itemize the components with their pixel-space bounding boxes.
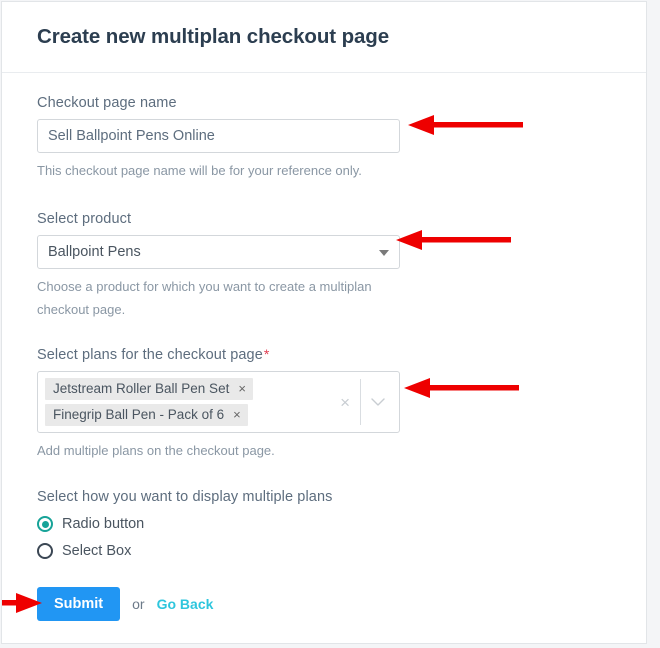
radio-option-select-box[interactable]: Select Box bbox=[37, 543, 611, 559]
select-product-label: Select product bbox=[37, 211, 611, 227]
clear-all-icon[interactable]: × bbox=[330, 394, 360, 411]
select-plans-label-text: Select plans for the checkout page bbox=[37, 347, 263, 363]
select-plans-label: Select plans for the checkout page* bbox=[37, 346, 611, 363]
plans-tag-list: Jetstream Roller Ball Pen Set × Finegrip… bbox=[38, 372, 330, 432]
radio-icon-unselected[interactable] bbox=[37, 543, 53, 559]
remove-tag-icon[interactable]: × bbox=[238, 382, 246, 395]
select-product-value[interactable]: Ballpoint Pens bbox=[37, 235, 400, 269]
field-select-product: Select product Ballpoint Pens Choose a p… bbox=[37, 211, 611, 322]
select-product-help: Choose a product for which you want to c… bbox=[37, 276, 389, 322]
plans-multiselect[interactable]: Jetstream Roller Ball Pen Set × Finegrip… bbox=[37, 371, 400, 433]
form-actions: Submit or Go Back bbox=[37, 587, 611, 621]
display-mode-label: Select how you want to display multiple … bbox=[37, 489, 611, 505]
checkout-page-name-input[interactable] bbox=[37, 119, 400, 153]
radio-dot bbox=[42, 521, 49, 528]
submit-button[interactable]: Submit bbox=[37, 587, 120, 621]
plans-multiselect-controls: × bbox=[330, 372, 399, 432]
field-display-mode: Select how you want to display multiple … bbox=[37, 489, 611, 559]
chevron-down-icon[interactable] bbox=[361, 397, 395, 407]
field-select-plans: Select plans for the checkout page* Jets… bbox=[37, 346, 611, 463]
remove-tag-icon[interactable]: × bbox=[233, 408, 241, 421]
select-plans-help: Add multiple plans on the checkout page. bbox=[37, 440, 389, 463]
plan-tag-label: Finegrip Ball Pen - Pack of 6 bbox=[53, 407, 224, 422]
chevron-down-icon[interactable] bbox=[379, 250, 389, 256]
or-separator: or bbox=[132, 596, 144, 612]
checkout-page-name-label: Checkout page name bbox=[37, 95, 611, 111]
card-body: Checkout page name This checkout page na… bbox=[2, 73, 646, 621]
page-title: Create new multiplan checkout page bbox=[37, 25, 389, 49]
radio-label-radio-button: Radio button bbox=[62, 516, 144, 532]
radio-icon-selected[interactable] bbox=[37, 516, 53, 532]
card-header: Create new multiplan checkout page bbox=[2, 2, 646, 73]
radio-label-select-box: Select Box bbox=[62, 543, 131, 559]
plan-tag-label: Jetstream Roller Ball Pen Set bbox=[53, 381, 229, 396]
select-product-wrapper[interactable]: Ballpoint Pens bbox=[37, 235, 400, 269]
required-asterisk: * bbox=[264, 346, 270, 362]
plan-tag[interactable]: Finegrip Ball Pen - Pack of 6 × bbox=[45, 404, 248, 426]
go-back-link[interactable]: Go Back bbox=[157, 596, 214, 612]
field-checkout-page-name: Checkout page name This checkout page na… bbox=[37, 95, 611, 183]
create-checkout-page-card: Create new multiplan checkout page Check… bbox=[1, 1, 647, 644]
plan-tag[interactable]: Jetstream Roller Ball Pen Set × bbox=[45, 378, 253, 400]
checkout-page-name-help: This checkout page name will be for your… bbox=[37, 160, 389, 183]
radio-option-radio-button[interactable]: Radio button bbox=[37, 516, 611, 532]
